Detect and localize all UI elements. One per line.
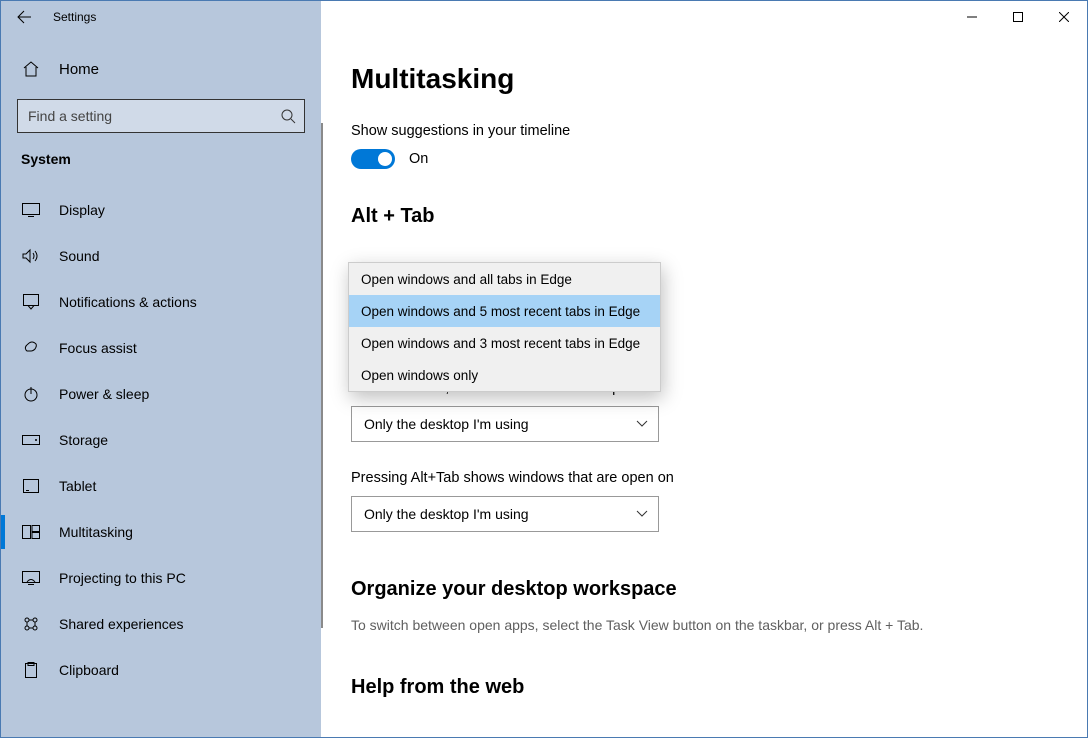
dropdown-value: Only the desktop I'm using [364, 506, 529, 522]
sidebar-item-sound[interactable]: Sound [1, 233, 321, 279]
search-input[interactable] [28, 108, 280, 124]
sidebar-item-label: Multitasking [59, 524, 133, 540]
sidebar-item-clipboard[interactable]: Clipboard [1, 647, 321, 693]
organize-help-text: To switch between open apps, select the … [351, 615, 991, 636]
sidebar-item-projecting[interactable]: Projecting to this PC [1, 555, 321, 601]
chevron-down-icon [636, 510, 648, 518]
sidebar-item-focus-assist[interactable]: Focus assist [1, 325, 321, 371]
minimize-icon [967, 12, 977, 22]
sidebar-item-label: Tablet [59, 478, 96, 494]
alt-tab-option[interactable]: Open windows and 5 most recent tabs in E… [349, 295, 660, 327]
alt-tab-option[interactable]: Open windows and 3 most recent tabs in E… [349, 327, 660, 359]
clipboard-icon [21, 660, 41, 680]
power-icon [21, 384, 41, 404]
shared-experiences-icon [21, 614, 41, 634]
home-button[interactable]: Home [1, 49, 321, 89]
timeline-toggle-state: On [409, 151, 428, 167]
close-icon [1059, 12, 1069, 22]
settings-window: Settings Home [0, 0, 1088, 738]
window-title: Settings [53, 10, 96, 24]
sidebar-item-label: Shared experiences [59, 616, 184, 632]
sidebar-item-display[interactable]: Display [1, 187, 321, 233]
timeline-toggle[interactable] [351, 149, 395, 169]
sidebar-item-label: Power & sleep [59, 386, 149, 402]
sidebar-item-tablet[interactable]: Tablet [1, 463, 321, 509]
tablet-icon [21, 476, 41, 496]
arrow-left-icon [16, 9, 32, 25]
sidebar-category: System [1, 151, 321, 167]
search-box[interactable] [17, 99, 305, 133]
maximize-icon [1013, 12, 1023, 22]
alttab-windows-label: Pressing Alt+Tab shows windows that are … [351, 470, 1087, 486]
help-from-web-heading: Help from the web [351, 676, 1087, 699]
window-controls [949, 1, 1087, 33]
notifications-icon [21, 292, 41, 312]
sidebar-item-label: Clipboard [59, 662, 119, 678]
alt-tab-option[interactable]: Open windows and all tabs in Edge [349, 263, 660, 295]
projecting-icon [21, 568, 41, 588]
home-icon [21, 59, 41, 79]
sidebar-item-label: Notifications & actions [59, 294, 197, 310]
dropdown-value: Only the desktop I'm using [364, 416, 529, 432]
storage-icon [21, 430, 41, 450]
sidebar-item-label: Focus assist [59, 340, 137, 356]
sidebar-item-label: Sound [59, 248, 99, 264]
page-title: Multitasking [351, 63, 1087, 95]
sidebar-item-multitasking[interactable]: Multitasking [1, 509, 321, 555]
titlebar: Settings [1, 1, 1087, 33]
close-button[interactable] [1041, 1, 1087, 33]
sidebar-item-power-sleep[interactable]: Power & sleep [1, 371, 321, 417]
focus-assist-icon [21, 338, 41, 358]
taskbar-windows-dropdown[interactable]: Only the desktop I'm using [351, 406, 659, 442]
alttab-windows-dropdown[interactable]: Only the desktop I'm using [351, 496, 659, 532]
home-label: Home [59, 61, 99, 78]
alt-tab-dropdown-popup: Open windows and all tabs in Edge Open w… [348, 262, 661, 392]
sidebar: Home System Display Sound [1, 33, 321, 737]
alt-tab-option[interactable]: Open windows only [349, 359, 660, 391]
timeline-suggestions-label: Show suggestions in your timeline [351, 123, 1087, 139]
sidebar-item-notifications[interactable]: Notifications & actions [1, 279, 321, 325]
chevron-down-icon [636, 420, 648, 428]
minimize-button[interactable] [949, 1, 995, 33]
sidebar-item-label: Projecting to this PC [59, 570, 186, 586]
sound-icon [21, 246, 41, 266]
sidebar-item-label: Display [59, 202, 105, 218]
back-button[interactable] [1, 1, 47, 33]
sidebar-nav: Display Sound Notifications & actions Fo… [1, 187, 321, 693]
sidebar-item-label: Storage [59, 432, 108, 448]
search-icon [280, 108, 296, 124]
sidebar-item-shared-experiences[interactable]: Shared experiences [1, 601, 321, 647]
multitasking-icon [21, 522, 41, 542]
alt-tab-heading: Alt + Tab [351, 205, 1087, 228]
sidebar-item-storage[interactable]: Storage [1, 417, 321, 463]
maximize-button[interactable] [995, 1, 1041, 33]
display-icon [21, 200, 41, 220]
organize-heading: Organize your desktop workspace [351, 578, 1087, 601]
